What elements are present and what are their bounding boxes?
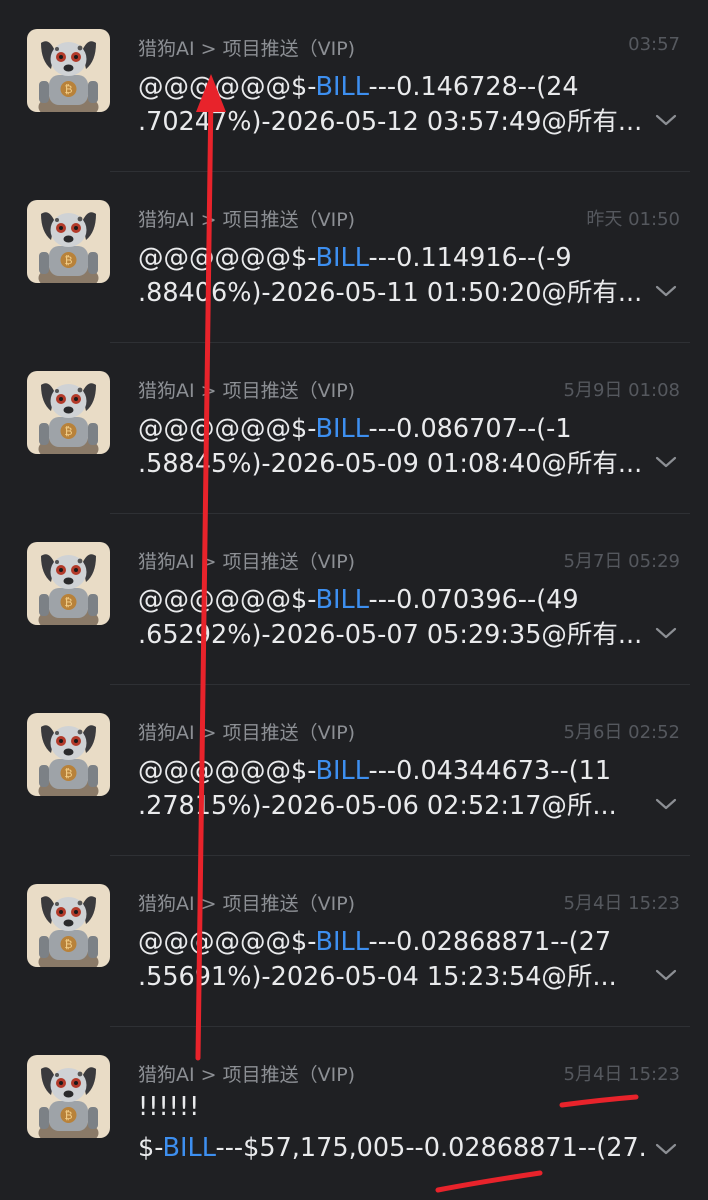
message-item[interactable]: ₿ 猎狗AI > 项目推送（VIP) 5月9日 01:08 @@@@@@$-BI…	[0, 342, 708, 513]
robot-dog-avatar[interactable]: ₿	[27, 713, 110, 796]
svg-text:₿: ₿	[64, 767, 72, 780]
message-source: 猎狗AI > 项目推送（VIP)	[138, 38, 356, 60]
message-source: 猎狗AI > 项目推送（VIP)	[138, 893, 356, 915]
svg-text:₿: ₿	[64, 425, 72, 438]
message-prefix: @@@@@@$-	[138, 927, 316, 957]
svg-text:₿: ₿	[64, 83, 72, 96]
message-prefix: $-	[138, 1133, 163, 1163]
message-prefix: @@@@@@$-	[138, 756, 316, 786]
message-list: ₿ 猎狗AI > 项目推送（VIP) 03:57 @@@@@@$-BILL---…	[0, 0, 708, 1200]
chevron-down-icon[interactable]	[654, 625, 678, 641]
robot-dog-avatar[interactable]: ₿	[27, 371, 110, 454]
robot-dog-avatar[interactable]: ₿	[27, 200, 110, 283]
message-source: 猎狗AI > 项目推送（VIP)	[138, 380, 356, 402]
robot-dog-avatar[interactable]: ₿	[27, 29, 110, 112]
chevron-down-icon[interactable]	[654, 112, 678, 128]
message-price: ---0.02868871--(27	[368, 927, 612, 957]
ticker-link[interactable]: BILL	[316, 756, 369, 786]
chevron-down-icon[interactable]	[654, 454, 678, 470]
message-price: ---0.146728--(24	[368, 72, 579, 102]
message-price: ---0.04344673--(11	[368, 756, 612, 786]
message-item[interactable]: ₿ 猎狗AI > 项目推送（VIP) 5月4日 15:23 !!!!!! $-B…	[0, 1026, 708, 1200]
message-item[interactable]: ₿ 猎狗AI > 项目推送（VIP) 昨天 01:50 @@@@@@$-BILL…	[0, 171, 708, 342]
ticker-link[interactable]: BILL	[316, 927, 369, 957]
message-price: ---0.070396--(49	[368, 585, 579, 615]
message-line2: .65292%)-2026-05-07 05:29:35@所有...	[138, 620, 643, 650]
svg-text:₿: ₿	[64, 1109, 72, 1122]
message-price: ---$57,175,005--0.02868871--(27.	[215, 1133, 647, 1163]
svg-text:₿: ₿	[64, 938, 72, 951]
ticker-link[interactable]: BILL	[316, 243, 369, 273]
message-time: 5月7日 05:29	[563, 551, 681, 572]
message-text: @@@@@@$-BILL---0.114916--(-9 .88406%)-20…	[138, 241, 658, 311]
ticker-link[interactable]: BILL	[316, 585, 369, 615]
ticker-link[interactable]: BILL	[316, 72, 369, 102]
message-text: @@@@@@$-BILL---0.04344673--(11 .27815%)-…	[138, 754, 658, 824]
message-time: 5月4日 15:23	[563, 1064, 681, 1085]
svg-text:₿: ₿	[64, 596, 72, 609]
message-alert: !!!!!!	[138, 1092, 200, 1122]
message-prefix: @@@@@@$-	[138, 243, 316, 273]
message-item[interactable]: ₿ 猎狗AI > 项目推送（VIP) 5月6日 02:52 @@@@@@$-BI…	[0, 684, 708, 855]
ticker-link[interactable]: BILL	[316, 414, 369, 444]
message-prefix: @@@@@@$-	[138, 585, 316, 615]
chevron-down-icon[interactable]	[654, 283, 678, 299]
message-item[interactable]: ₿ 猎狗AI > 项目推送（VIP) 5月4日 15:23 @@@@@@$-BI…	[0, 855, 708, 1026]
message-time: 昨天 01:50	[586, 209, 680, 230]
chevron-down-icon[interactable]	[654, 967, 678, 983]
message-time: 03:57	[628, 34, 680, 55]
message-text: @@@@@@$-BILL---0.086707--(-1 .58845%)-20…	[138, 412, 658, 482]
message-line2: .70247%)-2026-05-12 03:57:49@所有...	[138, 107, 643, 137]
message-time: 5月6日 02:52	[563, 722, 681, 743]
message-price: ---0.086707--(-1	[368, 414, 572, 444]
message-line2: .55691%)-2026-05-04 15:23:54@所...	[138, 962, 617, 992]
message-source: 猎狗AI > 项目推送（VIP)	[138, 722, 356, 744]
message-text: @@@@@@$-BILL---0.070396--(49 .65292%)-20…	[138, 583, 658, 653]
chevron-down-icon[interactable]	[654, 796, 678, 812]
message-source: 猎狗AI > 项目推送（VIP)	[138, 1064, 356, 1086]
message-source: 猎狗AI > 项目推送（VIP)	[138, 209, 356, 231]
ticker-link[interactable]: BILL	[163, 1133, 216, 1163]
message-text: !!!!!! $-BILL---$57,175,005--0.02868871-…	[138, 1090, 658, 1166]
chevron-down-icon[interactable]	[654, 1141, 678, 1157]
message-prefix: @@@@@@$-	[138, 414, 316, 444]
message-text: @@@@@@$-BILL---0.146728--(24 .70247%)-20…	[138, 70, 658, 140]
message-time: 5月4日 15:23	[563, 893, 681, 914]
message-price: ---0.114916--(-9	[368, 243, 572, 273]
message-line2: .58845%)-2026-05-09 01:08:40@所有...	[138, 449, 643, 479]
message-time: 5月9日 01:08	[563, 380, 681, 401]
message-item[interactable]: ₿ 猎狗AI > 项目推送（VIP) 03:57 @@@@@@$-BILL---…	[0, 0, 708, 171]
message-text: @@@@@@$-BILL---0.02868871--(27 .55691%)-…	[138, 925, 658, 995]
message-line2: .88406%)-2026-05-11 01:50:20@所有...	[138, 278, 643, 308]
svg-text:₿: ₿	[64, 254, 72, 267]
message-source: 猎狗AI > 项目推送（VIP)	[138, 551, 356, 573]
message-line2: .27815%)-2026-05-06 02:52:17@所...	[138, 791, 617, 821]
message-item[interactable]: ₿ 猎狗AI > 项目推送（VIP) 5月7日 05:29 @@@@@@$-BI…	[0, 513, 708, 684]
robot-dog-avatar[interactable]: ₿	[27, 542, 110, 625]
message-prefix: @@@@@@$-	[138, 72, 316, 102]
robot-dog-avatar[interactable]: ₿	[27, 884, 110, 967]
robot-dog-avatar[interactable]: ₿	[27, 1055, 110, 1138]
